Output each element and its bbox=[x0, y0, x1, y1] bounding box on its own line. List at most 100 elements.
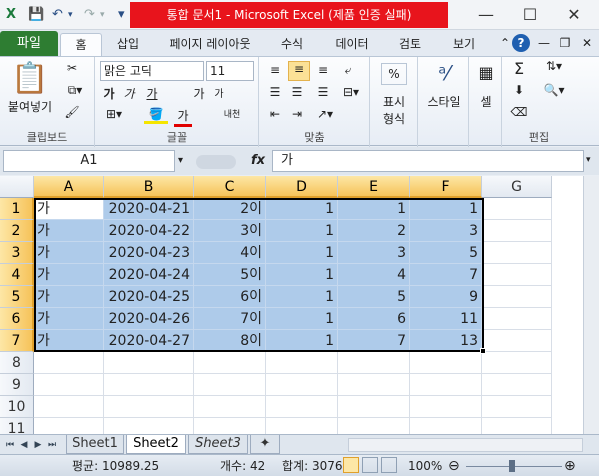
cell-f6[interactable]: 11 bbox=[410, 308, 482, 330]
cell-f1[interactable]: 1 bbox=[410, 198, 482, 220]
fill-handle[interactable] bbox=[480, 348, 486, 354]
name-box[interactable]: A1 bbox=[3, 150, 175, 172]
cell-a7[interactable]: 가 bbox=[34, 330, 104, 352]
cell-a3[interactable]: 가 bbox=[34, 242, 104, 264]
cell-b11[interactable] bbox=[104, 418, 194, 434]
align-left-icon[interactable]: ☰ bbox=[266, 85, 284, 99]
cell-b10[interactable] bbox=[104, 396, 194, 418]
cell-a10[interactable] bbox=[34, 396, 104, 418]
cell-d5[interactable]: 1 bbox=[266, 286, 338, 308]
cell-c10[interactable] bbox=[194, 396, 266, 418]
shrink-font-button[interactable]: 가 bbox=[210, 85, 228, 100]
cell-a5[interactable]: 가 bbox=[34, 286, 104, 308]
row-header-2[interactable]: 2 bbox=[0, 220, 34, 242]
cell-f4[interactable]: 7 bbox=[410, 264, 482, 286]
prev-sheet-icon[interactable]: ◀ bbox=[18, 438, 30, 452]
sheet-tab-3[interactable]: Sheet3 bbox=[188, 435, 248, 454]
cell-f11[interactable] bbox=[410, 418, 482, 434]
sheet-tab-1[interactable]: Sheet1 bbox=[66, 435, 124, 454]
align-right-icon[interactable]: ☰ bbox=[314, 85, 332, 99]
first-sheet-icon[interactable]: ⏮ bbox=[4, 438, 16, 452]
tab-insert[interactable]: 삽입 bbox=[108, 33, 148, 56]
cell-f3[interactable]: 5 bbox=[410, 242, 482, 264]
font-name-select[interactable]: 맑은 고딕 bbox=[100, 61, 204, 81]
cell-b3[interactable]: 2020-04-23 bbox=[104, 242, 194, 264]
cell-d1[interactable]: 1 bbox=[266, 198, 338, 220]
cell-f10[interactable] bbox=[410, 396, 482, 418]
tab-formulas[interactable]: 수식 bbox=[272, 33, 312, 56]
cell-a11[interactable] bbox=[34, 418, 104, 434]
redo-icon[interactable]: ↷ bbox=[84, 5, 95, 25]
select-all-corner[interactable] bbox=[0, 176, 34, 198]
column-header-g[interactable]: G bbox=[482, 176, 552, 198]
row-header-4[interactable]: 4 bbox=[0, 264, 34, 286]
cell-a6[interactable]: 가 bbox=[34, 308, 104, 330]
cell-c7[interactable]: 8이 bbox=[194, 330, 266, 352]
cell-e10[interactable] bbox=[338, 396, 410, 418]
expand-formula-icon[interactable]: ▾ bbox=[586, 155, 596, 165]
tab-file[interactable]: 파일 bbox=[0, 31, 58, 56]
styles-icon[interactable]: ᵃ⁄ bbox=[431, 61, 457, 87]
close-button[interactable]: ✕ bbox=[552, 0, 596, 30]
tab-data[interactable]: 데이터 bbox=[326, 33, 378, 56]
cell-e8[interactable] bbox=[338, 352, 410, 374]
cell-c6[interactable]: 7이 bbox=[194, 308, 266, 330]
maximize-button[interactable]: ☐ bbox=[508, 0, 552, 30]
find-select-icon[interactable]: 🔍▾ bbox=[541, 83, 567, 97]
cell-e11[interactable] bbox=[338, 418, 410, 434]
cell-e7[interactable]: 7 bbox=[338, 330, 410, 352]
cell-b1[interactable]: 2020-04-21 bbox=[104, 198, 194, 220]
bold-button[interactable]: 가 bbox=[102, 85, 116, 102]
cells-icon[interactable]: ▦ bbox=[476, 63, 496, 85]
align-top-icon[interactable]: ≡ bbox=[266, 63, 284, 77]
column-header-d[interactable]: D bbox=[266, 176, 338, 198]
cell-d9[interactable] bbox=[266, 374, 338, 396]
vertical-scrollbar[interactable] bbox=[583, 176, 599, 434]
italic-button[interactable]: 가 bbox=[122, 85, 136, 102]
format-painter-icon[interactable]: 🖌 bbox=[62, 105, 82, 123]
zoom-out-button[interactable]: ⊖ bbox=[448, 458, 460, 474]
cell-d4[interactable]: 1 bbox=[266, 264, 338, 286]
cell-e6[interactable]: 6 bbox=[338, 308, 410, 330]
close-workbook-icon[interactable]: ✕ bbox=[578, 34, 596, 52]
cell-g9[interactable] bbox=[482, 374, 552, 396]
undo-icon[interactable]: ↶ bbox=[52, 5, 63, 25]
customize-quick-access-icon[interactable]: ▾ bbox=[118, 5, 125, 25]
cell-g5[interactable] bbox=[482, 286, 552, 308]
tab-review[interactable]: 검토 bbox=[390, 33, 430, 56]
name-box-dropdown-icon[interactable]: ▾ bbox=[178, 155, 190, 166]
restore-workbook-icon[interactable]: ❐ bbox=[556, 34, 574, 52]
cell-g2[interactable] bbox=[482, 220, 552, 242]
align-center-icon[interactable]: ☰ bbox=[288, 85, 306, 99]
font-size-select[interactable]: 11 bbox=[206, 61, 254, 81]
cell-d3[interactable]: 1 bbox=[266, 242, 338, 264]
paste-button[interactable]: 📋 붙여넣기 bbox=[6, 61, 54, 123]
align-middle-icon[interactable]: ≡ bbox=[288, 61, 310, 81]
cell-d2[interactable]: 1 bbox=[266, 220, 338, 242]
cell-g3[interactable] bbox=[482, 242, 552, 264]
cell-f5[interactable]: 9 bbox=[410, 286, 482, 308]
minimize-workbook-icon[interactable]: — bbox=[535, 34, 553, 52]
font-color-button[interactable]: 가 bbox=[174, 107, 192, 127]
cell-d6[interactable]: 1 bbox=[266, 308, 338, 330]
cell-e3[interactable]: 3 bbox=[338, 242, 410, 264]
cell-d8[interactable] bbox=[266, 352, 338, 374]
cell-c9[interactable] bbox=[194, 374, 266, 396]
row-header-9[interactable]: 9 bbox=[0, 374, 34, 396]
zoom-in-button[interactable]: ⊕ bbox=[564, 458, 576, 474]
autosum-button[interactable]: Σ bbox=[509, 59, 529, 78]
cell-b7[interactable]: 2020-04-27 bbox=[104, 330, 194, 352]
cell-b8[interactable] bbox=[104, 352, 194, 374]
merge-center-icon[interactable]: ⊟▾ bbox=[338, 85, 364, 99]
cell-c1[interactable]: 2이 bbox=[194, 198, 266, 220]
column-header-b[interactable]: B bbox=[104, 176, 194, 198]
percent-icon[interactable]: % bbox=[381, 63, 407, 85]
cell-e1[interactable]: 1 bbox=[338, 198, 410, 220]
cell-g11[interactable] bbox=[482, 418, 552, 434]
tab-home[interactable]: 홈 bbox=[60, 33, 102, 56]
row-header-7[interactable]: 7 bbox=[0, 330, 34, 352]
horizontal-scrollbar[interactable] bbox=[348, 438, 583, 452]
increase-indent-icon[interactable]: ⇥ bbox=[288, 107, 306, 121]
phonetic-button[interactable]: 내천 bbox=[214, 107, 250, 120]
cell-b2[interactable]: 2020-04-22 bbox=[104, 220, 194, 242]
